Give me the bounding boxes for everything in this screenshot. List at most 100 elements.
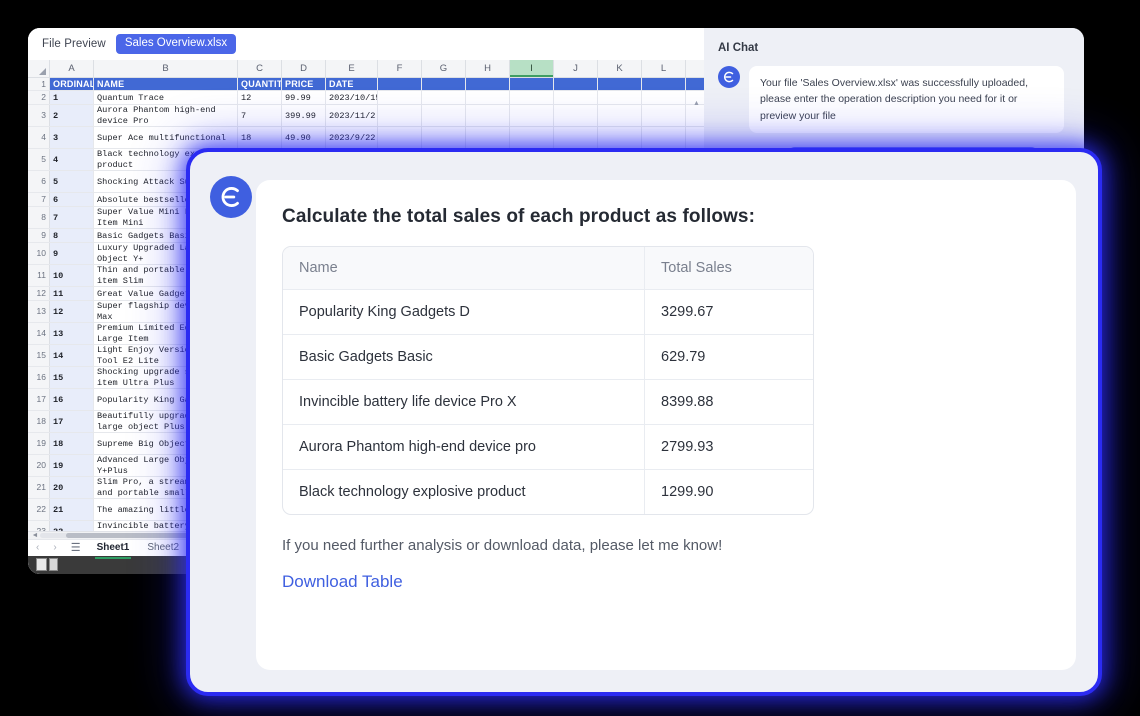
row-header[interactable]: 1 (28, 78, 50, 90)
cell-empty[interactable] (598, 105, 642, 126)
cell-ordinal[interactable]: 1 (50, 91, 94, 104)
column-header-b[interactable]: B (94, 60, 238, 77)
cell-ordinal[interactable]: 15 (50, 367, 94, 388)
cell-empty[interactable] (642, 127, 686, 148)
cell-empty[interactable] (466, 105, 510, 126)
cell-h1[interactable] (466, 78, 510, 90)
row-header[interactable]: 18 (28, 411, 50, 432)
column-header-l[interactable]: L (642, 60, 686, 77)
sheet-tab-sheet1[interactable]: Sheet1 (95, 540, 132, 556)
cell-ordinal[interactable]: 13 (50, 323, 94, 344)
cell-a1[interactable]: ORDINAL (50, 78, 94, 90)
sheet-list-icon[interactable]: ☰ (71, 541, 81, 554)
page-layout-icon[interactable] (49, 558, 58, 571)
column-header-h[interactable]: H (466, 60, 510, 77)
cell-ordinal[interactable]: 6 (50, 193, 94, 206)
download-table-link[interactable]: Download Table (282, 572, 403, 592)
table-row[interactable]: 1 ORDINAL NAME QUANTITY PRICE DATE (28, 78, 704, 91)
prev-sheet-icon[interactable]: ‹ (36, 542, 39, 553)
cell-ordinal[interactable]: 17 (50, 411, 94, 432)
cell-name[interactable]: Quantum Trace (94, 91, 238, 104)
cell-ordinal[interactable]: 16 (50, 389, 94, 410)
cell-empty[interactable] (554, 105, 598, 126)
cell-date[interactable]: 2023/9/22 (326, 127, 378, 148)
cell-j1[interactable] (554, 78, 598, 90)
cell-empty[interactable] (378, 91, 422, 104)
cell-ordinal[interactable]: 10 (50, 265, 94, 286)
cell-ordinal[interactable]: 7 (50, 207, 94, 228)
row-header[interactable]: 5 (28, 149, 50, 170)
row-header[interactable]: 23 (28, 521, 50, 531)
cell-empty[interactable] (642, 91, 686, 104)
cell-empty[interactable] (598, 127, 642, 148)
column-header-c[interactable]: C (238, 60, 282, 77)
cell-empty[interactable] (554, 91, 598, 104)
column-header-i[interactable]: I (510, 60, 554, 77)
cell-name[interactable]: Super Ace multifunctional (94, 127, 238, 148)
column-header-f[interactable]: F (378, 60, 422, 77)
cell-k1[interactable] (598, 78, 642, 90)
cell-name[interactable]: Aurora Phantom high-end device Pro (94, 105, 238, 126)
cell-empty[interactable] (510, 105, 554, 126)
row-header[interactable]: 12 (28, 287, 50, 300)
row-header[interactable]: 2 (28, 91, 50, 104)
row-header[interactable]: 8 (28, 207, 50, 228)
cell-empty[interactable] (378, 105, 422, 126)
cell-b1[interactable]: NAME (94, 78, 238, 90)
row-header[interactable]: 16 (28, 367, 50, 388)
row-header[interactable]: 11 (28, 265, 50, 286)
cell-f1[interactable] (378, 78, 422, 90)
table-row[interactable]: 21Quantum Trace1299.992023/10/15 (28, 91, 704, 105)
cell-e1[interactable]: DATE (326, 78, 378, 90)
file-tab-sales-overview[interactable]: Sales Overview.xlsx (116, 34, 236, 55)
cell-empty[interactable] (466, 91, 510, 104)
cell-g1[interactable] (422, 78, 466, 90)
row-header[interactable]: 3 (28, 105, 50, 126)
cell-ordinal[interactable]: 19 (50, 455, 94, 476)
column-header-a[interactable]: A (50, 60, 94, 77)
cell-ordinal[interactable]: 22 (50, 521, 94, 531)
cell-quantity[interactable]: 7 (238, 105, 282, 126)
cell-empty[interactable] (510, 127, 554, 148)
table-row[interactable]: 32Aurora Phantom high-end device Pro7399… (28, 105, 704, 127)
cell-ordinal[interactable]: 14 (50, 345, 94, 366)
cell-i1[interactable] (510, 78, 554, 90)
cell-date[interactable]: 2023/11/2 (326, 105, 378, 126)
row-header[interactable]: 14 (28, 323, 50, 344)
row-header[interactable]: 17 (28, 389, 50, 410)
sheet-tab-sheet2[interactable]: Sheet2 (145, 540, 181, 556)
column-header-e[interactable]: E (326, 60, 378, 77)
cell-empty[interactable] (422, 91, 466, 104)
table-row[interactable]: 43Super Ace multifunctional1849.902023/9… (28, 127, 704, 149)
cell-ordinal[interactable]: 2 (50, 105, 94, 126)
column-header-k[interactable]: K (598, 60, 642, 77)
cell-ordinal[interactable]: 11 (50, 287, 94, 300)
cell-empty[interactable] (642, 105, 686, 126)
cell-m1[interactable] (686, 78, 704, 90)
scroll-left-arrow[interactable]: ◄ (30, 532, 40, 539)
next-sheet-icon[interactable]: › (53, 542, 56, 553)
cell-ordinal[interactable]: 20 (50, 477, 94, 498)
cell-c1[interactable]: QUANTITY (238, 78, 282, 90)
row-header[interactable]: 7 (28, 193, 50, 206)
cell-price[interactable]: 49.90 (282, 127, 326, 148)
cell-ordinal[interactable]: 4 (50, 149, 94, 170)
cell-empty[interactable] (510, 91, 554, 104)
select-all-corner[interactable] (28, 60, 50, 77)
cell-ordinal[interactable]: 12 (50, 301, 94, 322)
row-header[interactable]: 4 (28, 127, 50, 148)
scroll-up-arrow[interactable]: ▲ (693, 100, 700, 107)
cell-l1[interactable] (642, 78, 686, 90)
column-header-m[interactable]: M (686, 60, 704, 77)
row-header[interactable]: 6 (28, 171, 50, 192)
cell-price[interactable]: 99.99 (282, 91, 326, 104)
cell-empty[interactable] (554, 127, 598, 148)
cell-ordinal[interactable]: 18 (50, 433, 94, 454)
cell-date[interactable]: 2023/10/15 (326, 91, 378, 104)
cell-ordinal[interactable]: 21 (50, 499, 94, 520)
row-header[interactable]: 22 (28, 499, 50, 520)
cell-price[interactable]: 399.99 (282, 105, 326, 126)
cell-empty[interactable] (466, 127, 510, 148)
cell-empty[interactable] (422, 127, 466, 148)
column-header-g[interactable]: G (422, 60, 466, 77)
